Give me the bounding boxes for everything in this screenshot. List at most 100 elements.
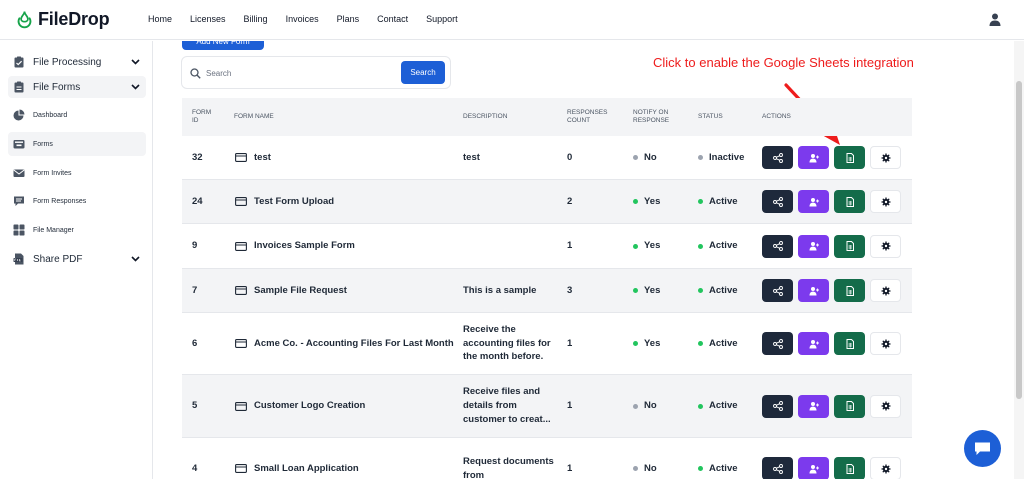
google-sheets-button[interactable] (834, 234, 865, 258)
form-name-cell[interactable]: Acme Co. - Accounting Files For Last Mon… (235, 313, 454, 374)
form-name: test (254, 151, 271, 163)
scrollbar-thumb[interactable] (1016, 81, 1022, 399)
share-button[interactable] (762, 234, 793, 258)
form-name-cell[interactable]: Invoices Sample Form (235, 224, 355, 268)
form-id-cell: 32 (192, 151, 203, 163)
table-row[interactable]: 5 Customer Logo Creation Receive files and… (182, 375, 912, 438)
search-input[interactable] (206, 65, 386, 82)
invite-button[interactable] (798, 332, 829, 355)
sidebar-item-dashboard[interactable]: Dashboard (8, 104, 146, 126)
share-button[interactable] (762, 190, 793, 213)
header-responses-count: RESPONSES COUNT (567, 108, 608, 124)
invite-button[interactable] (798, 279, 829, 302)
nav-plans[interactable]: Plans (337, 14, 360, 24)
status-value: Active (709, 195, 738, 207)
form-name-cell[interactable]: Customer Logo Creation (235, 375, 365, 437)
settings-button[interactable] (870, 146, 901, 169)
filedrop-logo[interactable]: FileDrop (16, 9, 110, 30)
user-plus-icon (809, 153, 819, 163)
settings-button[interactable] (870, 457, 901, 479)
notify-value: No (644, 400, 657, 412)
notify-cell: No (633, 136, 657, 179)
sidebar-item-file-forms[interactable]: File Forms (8, 76, 146, 98)
nav-invoices[interactable]: Invoices (286, 14, 319, 24)
table-row[interactable]: 6 Acme Co. - Accounting Files For Last Mo… (182, 313, 912, 375)
header-status: STATUS (698, 112, 723, 120)
invite-button[interactable] (798, 190, 829, 213)
settings-button[interactable] (870, 279, 901, 302)
responses-count-cell: 2 (567, 195, 573, 207)
sidebar-item-file-manager[interactable]: File Manager (8, 219, 146, 241)
form-name-cell[interactable]: test (235, 136, 271, 179)
google-sheets-button[interactable] (834, 146, 865, 169)
notify-value: No (644, 151, 657, 163)
table-row[interactable]: 4 Small Loan Application Request documents… (182, 438, 912, 479)
nav-billing[interactable]: Billing (244, 14, 268, 24)
table-row[interactable]: 32 test test 0 No Inactive (182, 136, 912, 180)
nav-home[interactable]: Home (148, 14, 172, 24)
chevron-down-icon (131, 256, 140, 262)
settings-button[interactable] (870, 332, 901, 355)
form-icon (235, 153, 247, 162)
sidebar-item-file-processing[interactable]: File Processing (8, 52, 146, 72)
search-button[interactable]: Search (401, 61, 445, 84)
user-plus-icon (809, 197, 819, 207)
sheets-icon (845, 463, 855, 474)
status-dot (698, 155, 703, 160)
invite-button[interactable] (798, 394, 829, 418)
settings-button[interactable] (870, 394, 901, 418)
description-cell: test (463, 151, 480, 163)
sidebar-item-form-responses[interactable]: Form Responses (8, 190, 146, 212)
header-actions: ACTIONS (762, 112, 791, 120)
sidebar-item-label: Dashboard (33, 111, 68, 119)
add-new-form-button[interactable]: Add New Form (182, 41, 264, 50)
sidebar-item-label: Share PDF (33, 253, 83, 265)
share-button[interactable] (762, 457, 793, 479)
user-plus-icon (809, 464, 819, 474)
form-name-cell[interactable]: Sample File Request (235, 269, 347, 312)
page-scrollbar[interactable] (1014, 41, 1024, 479)
form-name: Invoices Sample Form (254, 240, 355, 252)
invite-button[interactable] (798, 234, 829, 258)
form-icon (235, 197, 247, 206)
google-sheets-button[interactable] (834, 190, 865, 213)
share-button[interactable] (762, 146, 793, 169)
search-icon (190, 68, 201, 79)
nav-licenses[interactable]: Licenses (190, 14, 226, 24)
share-button[interactable] (762, 332, 793, 355)
user-account-icon[interactable] (989, 13, 1001, 26)
gear-icon (881, 286, 891, 296)
form-name: Test Form Upload (254, 195, 335, 207)
nav-contact[interactable]: Contact (377, 14, 408, 24)
form-name-cell[interactable]: Test Form Upload (235, 180, 334, 223)
table-row[interactable]: 24 Test Form Upload 2 Yes Active (182, 180, 912, 224)
share-button[interactable] (762, 279, 793, 302)
annotation-text: Click to enable the Google Sheets integr… (653, 55, 914, 70)
sheets-icon (845, 196, 855, 207)
google-sheets-button[interactable] (834, 279, 865, 302)
invite-button[interactable] (798, 146, 829, 169)
status-value: Active (709, 462, 738, 474)
table-row[interactable]: 9 Invoices Sample Form 1 Yes Active (182, 224, 912, 269)
clipboard-icon (13, 56, 25, 68)
settings-button[interactable] (870, 234, 901, 258)
share-button[interactable] (762, 394, 793, 418)
sidebar-item-form-invites[interactable]: Form Invites (8, 162, 146, 184)
status-cell: Active (698, 313, 738, 374)
invite-button[interactable] (798, 457, 829, 479)
form-name-cell[interactable]: Small Loan Application (235, 438, 359, 479)
settings-button[interactable] (870, 190, 901, 213)
table-row[interactable]: 7 Sample File Request This is a sample 3 Yes… (182, 269, 912, 313)
google-sheets-button[interactable] (834, 332, 865, 355)
sidebar-item-share-pdf[interactable]: Share PDF (8, 248, 146, 270)
google-sheets-button[interactable] (834, 394, 865, 418)
sidebar-item-forms[interactable]: Forms (8, 132, 146, 156)
nav-support[interactable]: Support (426, 14, 458, 24)
google-sheets-button[interactable] (834, 457, 865, 479)
gear-icon (881, 197, 891, 207)
chat-icon (975, 442, 990, 455)
chevron-down-icon (131, 84, 140, 90)
chat-widget-button[interactable] (964, 430, 1001, 467)
notify-value: Yes (644, 337, 661, 349)
status-dot (698, 466, 703, 471)
